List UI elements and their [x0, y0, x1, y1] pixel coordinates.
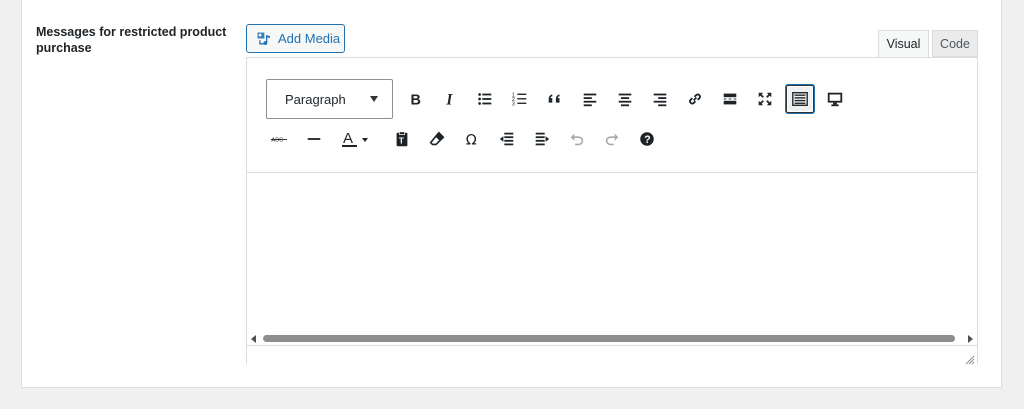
- horizontal-line-button[interactable]: [300, 125, 328, 153]
- fullscreen-icon: [756, 90, 774, 108]
- format-select[interactable]: Paragraph: [266, 79, 393, 119]
- add-media-button[interactable]: Add Media: [246, 24, 345, 53]
- align-center-icon: [616, 90, 634, 108]
- link-icon: [686, 90, 704, 108]
- help-button[interactable]: ?: [633, 125, 661, 153]
- align-center-button[interactable]: [611, 85, 639, 113]
- clear-formatting-button[interactable]: [423, 125, 451, 153]
- help-icon: ?: [638, 130, 656, 148]
- scrollbar-thumb[interactable]: [263, 335, 955, 342]
- svg-text:T: T: [399, 137, 404, 146]
- chevron-down-icon: [370, 96, 378, 102]
- toolbar-toggle-icon: [791, 90, 809, 108]
- svg-text:B: B: [411, 92, 421, 108]
- horizontal-line-icon: [305, 130, 323, 148]
- editor-content-area[interactable]: [247, 173, 977, 333]
- blockquote-icon: [546, 90, 564, 108]
- read-more-button[interactable]: [716, 85, 744, 113]
- svg-text:ABC: ABC: [271, 138, 283, 144]
- numbered-list-icon: 123: [511, 90, 529, 108]
- text-color-icon: A: [340, 129, 370, 149]
- editor-toolbar: Paragraph B I 123 ABC A T Ω ?: [247, 58, 977, 173]
- bold-icon: B: [406, 90, 424, 108]
- rich-text-editor: Paragraph B I 123 ABC A T Ω ?: [246, 57, 978, 365]
- strikethrough-icon: ABC: [270, 130, 288, 148]
- paste-text-button[interactable]: T: [388, 125, 416, 153]
- outdent-button[interactable]: [493, 125, 521, 153]
- blockquote-button[interactable]: [541, 85, 569, 113]
- add-media-label: Add Media: [278, 31, 341, 46]
- svg-text:A: A: [343, 130, 353, 147]
- undo-icon: [568, 130, 586, 148]
- italic-icon: I: [441, 90, 459, 108]
- align-right-icon: [651, 90, 669, 108]
- tab-visual[interactable]: Visual: [878, 30, 929, 57]
- italic-button[interactable]: I: [436, 85, 464, 113]
- resize-handle-icon[interactable]: [965, 352, 975, 365]
- outdent-icon: [498, 130, 516, 148]
- bold-button[interactable]: B: [401, 85, 429, 113]
- align-left-button[interactable]: [576, 85, 604, 113]
- bullet-list-button[interactable]: [471, 85, 499, 113]
- field-label: Messages for restricted product purchase: [36, 25, 227, 55]
- special-character-icon: Ω: [463, 130, 481, 148]
- numbered-list-button[interactable]: 123: [506, 85, 534, 113]
- clear-formatting-icon: [428, 130, 446, 148]
- indent-icon: [533, 130, 551, 148]
- media-icon: [255, 30, 272, 47]
- toolbar-toggle-button[interactable]: [785, 84, 815, 114]
- read-more-icon: [721, 90, 739, 108]
- text-color-button[interactable]: A: [335, 125, 375, 153]
- scroll-left-icon[interactable]: [251, 335, 256, 343]
- indent-button[interactable]: [528, 125, 556, 153]
- svg-text:?: ?: [644, 134, 651, 146]
- tab-code[interactable]: Code: [932, 30, 978, 57]
- svg-text:Ω: Ω: [466, 132, 477, 148]
- svg-text:3: 3: [512, 101, 515, 107]
- strikethrough-button[interactable]: ABC: [265, 125, 293, 153]
- preview-button[interactable]: [821, 85, 849, 113]
- svg-text:I: I: [445, 91, 453, 108]
- fullscreen-button[interactable]: [751, 85, 779, 113]
- editor-statusbar: [247, 345, 977, 365]
- paste-text-icon: T: [393, 130, 411, 148]
- align-right-button[interactable]: [646, 85, 674, 113]
- preview-icon: [826, 90, 844, 108]
- horizontal-scrollbar[interactable]: [247, 333, 977, 345]
- redo-button[interactable]: [598, 125, 626, 153]
- redo-icon: [603, 130, 621, 148]
- bullet-list-icon: [476, 90, 494, 108]
- scroll-right-icon[interactable]: [968, 335, 973, 343]
- insert-link-button[interactable]: [681, 85, 709, 113]
- align-left-icon: [581, 90, 599, 108]
- undo-button[interactable]: [563, 125, 591, 153]
- format-select-value: Paragraph: [285, 91, 346, 107]
- special-character-button[interactable]: Ω: [458, 125, 486, 153]
